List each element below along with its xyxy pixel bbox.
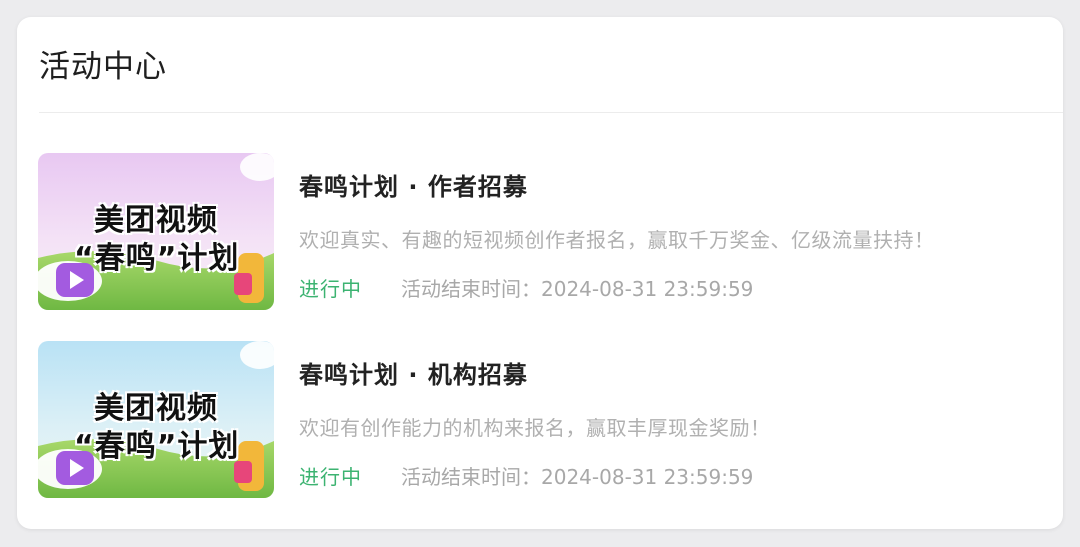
activity-item[interactable]: 美团视频 “春鸣”计划 春鸣计划 · 机构招募 欢迎有创作能力的机构来报名，赢取…	[38, 341, 1048, 499]
activity-description: 欢迎真实、有趣的短视频创作者报名，赢取千万奖金、亿级流量扶持！	[299, 228, 935, 252]
page-title: 活动中心	[39, 49, 167, 85]
activity-center-card: 活动中心 美团视频 “春鸣”计划 春鸣计划 · 作者招募 欢迎真实、有趣的短视频…	[17, 17, 1063, 529]
activity-title[interactable]: 春鸣计划 · 机构招募	[299, 355, 528, 390]
status-badge: 进行中	[299, 277, 362, 301]
activity-description: 欢迎有创作能力的机构来报名，赢取丰厚现金奖励！	[299, 416, 771, 440]
banner-text-line2: “春鸣”计划	[74, 429, 240, 464]
status-badge: 进行中	[299, 465, 362, 489]
activity-end-time: 活动结束时间：2024-08-31 23:59:59	[401, 277, 754, 301]
activity-title[interactable]: 春鸣计划 · 作者招募	[299, 167, 528, 202]
activity-banner-image[interactable]: 美团视频 “春鸣”计划	[38, 153, 274, 310]
activity-item[interactable]: 美团视频 “春鸣”计划 春鸣计划 · 作者招募 欢迎真实、有趣的短视频创作者报名…	[38, 153, 1048, 311]
header-divider	[39, 112, 1063, 113]
banner-text-line2: “春鸣”计划	[74, 241, 240, 276]
activity-banner-image[interactable]: 美团视频 “春鸣”计划	[38, 341, 274, 498]
activity-end-time: 活动结束时间：2024-08-31 23:59:59	[401, 465, 754, 489]
